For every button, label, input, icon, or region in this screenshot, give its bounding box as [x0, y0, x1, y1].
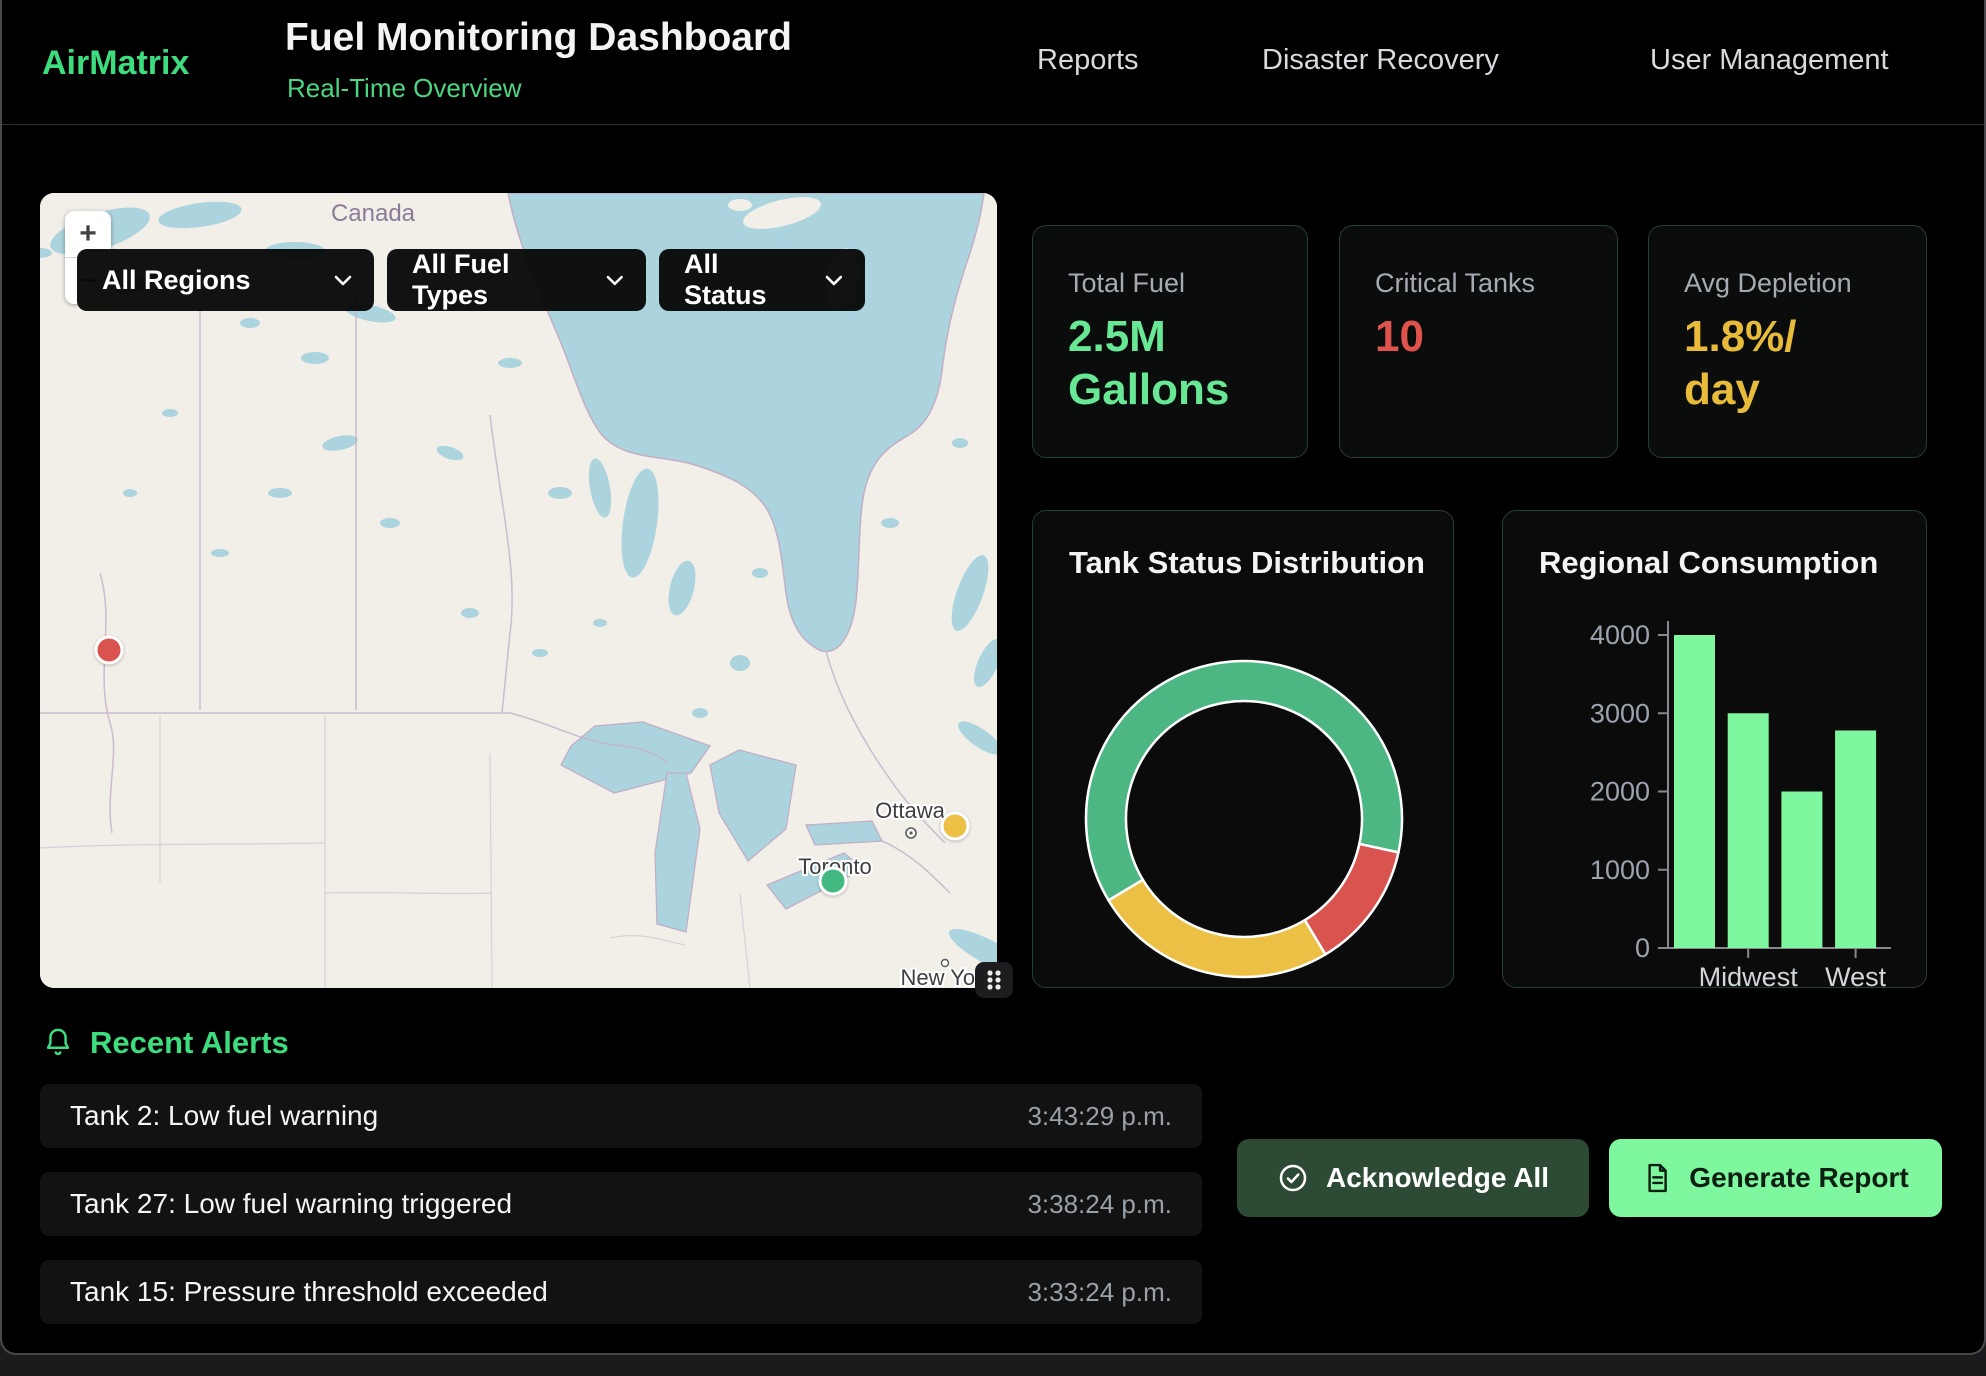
stat-label: Avg Depletion: [1684, 268, 1892, 299]
chevron-down-icon: [606, 275, 624, 286]
check-circle-icon: [1277, 1162, 1309, 1194]
nav-user-management[interactable]: User Management: [1650, 44, 1889, 77]
alert-time: 3:43:29 p.m.: [1027, 1101, 1172, 1132]
consumption-bar-3[interactable]: [1835, 730, 1876, 948]
x-axis-label: Midwest: [1699, 962, 1799, 989]
tank-marker-warning[interactable]: [940, 811, 969, 840]
alerts-title: Recent Alerts: [90, 1025, 289, 1061]
stat-card-total-fuel: Total Fuel 2.5M Gallons: [1032, 225, 1308, 458]
donut-segment-critical[interactable]: [1305, 844, 1399, 954]
alert-row[interactable]: Tank 2: Low fuel warning 3:43:29 p.m.: [40, 1084, 1202, 1148]
region-filter-dropdown[interactable]: All Regions: [77, 249, 374, 311]
alert-row[interactable]: Tank 27: Low fuel warning triggered 3:38…: [40, 1172, 1202, 1236]
stat-card-avg-depletion: Avg Depletion 1.8%/ day: [1648, 225, 1927, 458]
document-icon: [1642, 1162, 1672, 1194]
map-resize-handle[interactable]: [975, 962, 1013, 998]
alert-message: Tank 15: Pressure threshold exceeded: [70, 1276, 548, 1308]
page-subtitle: Real-Time Overview: [287, 73, 522, 104]
chevron-down-icon: [825, 275, 843, 286]
regional-consumption-panel: Regional Consumption 0 1000 2000 3000 4000 Mi…: [1502, 510, 1927, 988]
stat-label: Total Fuel: [1068, 268, 1273, 299]
consumption-bar-1[interactable]: [1728, 713, 1769, 948]
stat-card-critical-tanks: Critical Tanks 10: [1339, 225, 1618, 458]
generate-report-button[interactable]: Generate Report: [1609, 1139, 1942, 1217]
alert-time: 3:33:24 p.m.: [1027, 1277, 1172, 1308]
bell-icon: [42, 1026, 74, 1060]
alert-message: Tank 27: Low fuel warning triggered: [70, 1188, 512, 1220]
consumption-bar-0[interactable]: [1674, 635, 1715, 948]
map-label-ottawa: Ottawa: [875, 798, 945, 823]
tank-marker-normal[interactable]: [819, 866, 848, 895]
y-tick-label: 2000: [1590, 777, 1650, 807]
app-header: AirMatrix Fuel Monitoring Dashboard Real…: [2, 0, 1984, 125]
alert-message: Tank 2: Low fuel warning: [70, 1100, 378, 1132]
regional-consumption-bar-chart[interactable]: 0 1000 2000 3000 4000 Midwest West: [1503, 511, 1928, 989]
fuel-map[interactable]: Canada Ottawa Toronto New York + − All R…: [40, 193, 997, 988]
y-tick-label: 4000: [1590, 620, 1650, 650]
nav-reports[interactable]: Reports: [1037, 44, 1139, 77]
acknowledge-all-button[interactable]: Acknowledge All: [1237, 1139, 1589, 1217]
tank-marker-critical[interactable]: [94, 636, 123, 665]
map-label-canada: Canada: [331, 200, 416, 227]
donut-segment-warning[interactable]: [1109, 880, 1326, 977]
alert-time: 3:38:24 p.m.: [1027, 1189, 1172, 1220]
page-title: Fuel Monitoring Dashboard: [285, 16, 792, 60]
panel-title: Tank Status Distribution: [1069, 545, 1425, 581]
stat-value: 10: [1375, 311, 1583, 364]
chevron-down-icon: [334, 275, 352, 286]
map-filters: All Regions All Fuel Types All Status: [77, 249, 865, 311]
tank-status-panel: Tank Status Distribution: [1032, 510, 1454, 988]
stat-label: Critical Tanks: [1375, 268, 1583, 299]
brand-logo[interactable]: AirMatrix: [42, 44, 189, 83]
fuel-type-filter-dropdown[interactable]: All Fuel Types: [387, 249, 646, 311]
y-tick-label: 1000: [1590, 855, 1650, 885]
nav-disaster-recovery[interactable]: Disaster Recovery: [1262, 44, 1499, 77]
dashboard-root: AirMatrix Fuel Monitoring Dashboard Real…: [0, 0, 1986, 1355]
stat-value: 1.8%/ day: [1684, 311, 1892, 417]
x-axis-label: West: [1825, 962, 1887, 989]
consumption-bar-2[interactable]: [1781, 792, 1822, 949]
tank-status-donut-chart[interactable]: [1033, 511, 1455, 989]
panel-title: Regional Consumption: [1539, 545, 1878, 581]
alert-row[interactable]: Tank 15: Pressure threshold exceeded 3:3…: [40, 1260, 1202, 1324]
y-tick-label: 3000: [1590, 698, 1650, 728]
grip-dots-icon: [984, 968, 1004, 992]
status-filter-dropdown[interactable]: All Status: [659, 249, 865, 311]
stat-value: 2.5M Gallons: [1068, 311, 1273, 417]
alerts-header: Recent Alerts: [42, 1025, 289, 1061]
y-tick-label: 0: [1635, 933, 1650, 963]
map-canvas: Canada Ottawa Toronto New York: [40, 193, 997, 988]
